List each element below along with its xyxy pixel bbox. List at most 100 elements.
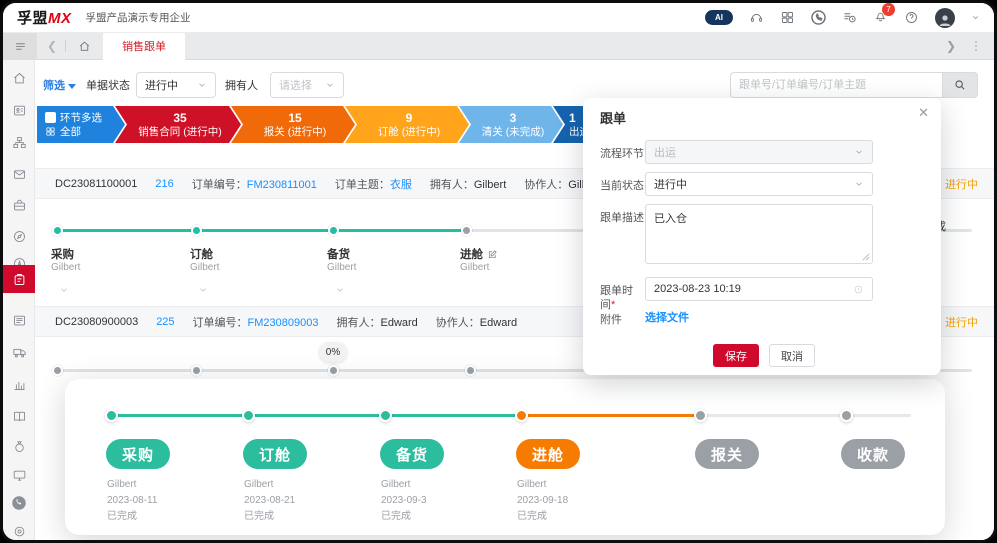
time-input[interactable]: 2023-08-23 10:19 bbox=[645, 277, 873, 301]
sidebar-item-orders-active[interactable] bbox=[3, 265, 35, 293]
avatar[interactable] bbox=[935, 8, 955, 28]
tab-bar: ❮ 销售跟单 ❯ ⋮ bbox=[3, 33, 994, 60]
popup-dot[interactable] bbox=[105, 409, 118, 422]
popup-dot[interactable] bbox=[242, 409, 255, 422]
sidebar-toggle-button[interactable] bbox=[3, 33, 37, 60]
phone-circle-icon[interactable] bbox=[811, 10, 826, 25]
multi-select-checkbox[interactable] bbox=[45, 112, 56, 123]
owner-filter-select[interactable]: 请选择 bbox=[270, 72, 344, 98]
timeline-dot[interactable] bbox=[328, 365, 339, 376]
order-no-link[interactable]: FM230811001 bbox=[247, 179, 317, 191]
sidebar-item-ledger[interactable] bbox=[3, 404, 35, 428]
follow-count-link[interactable]: 225 bbox=[156, 316, 174, 328]
expand-chevron-icon[interactable] bbox=[335, 285, 345, 295]
popup-dot[interactable] bbox=[694, 409, 707, 422]
search-input[interactable] bbox=[730, 72, 942, 98]
popup-stage-pill[interactable]: 进舱 bbox=[516, 439, 580, 469]
doc-number: DC23080900003 bbox=[55, 316, 138, 328]
stage-field-label: 流程环节 bbox=[600, 145, 648, 161]
node-person: Gilbert bbox=[327, 262, 356, 273]
owner-pair: 拥有人：Edward bbox=[337, 314, 418, 330]
time-field-label-line2: 间* bbox=[600, 296, 648, 312]
sidebar-item-reports[interactable] bbox=[3, 372, 35, 396]
sidebar-item-monitor[interactable] bbox=[3, 463, 35, 487]
subject-link[interactable]: 衣服 bbox=[390, 179, 412, 191]
edit-icon[interactable] bbox=[487, 249, 498, 260]
save-button[interactable]: 保存 bbox=[713, 344, 759, 367]
ai-assistant-button[interactable]: AI bbox=[705, 10, 733, 25]
popup-node-detail: Gilbert2023-08-11已完成 bbox=[107, 477, 157, 525]
node-name: 订舱 bbox=[190, 246, 213, 262]
help-icon[interactable] bbox=[904, 10, 919, 25]
popup-stage-pill[interactable]: 报关 bbox=[695, 439, 759, 469]
order-no-pair: 订单编号：FM230809003 bbox=[193, 314, 319, 330]
notifications-button[interactable]: 7 bbox=[873, 8, 888, 28]
timeline-dot[interactable] bbox=[328, 225, 339, 236]
timeline-dot[interactable] bbox=[465, 365, 476, 376]
description-textarea[interactable]: 已入仓 bbox=[645, 204, 873, 264]
home-tab-icon[interactable] bbox=[78, 40, 91, 53]
app-header: 孚盟MX 孚盟产品演示专用企业 AI 7 bbox=[3, 3, 994, 33]
tab-sales-tracking[interactable]: 销售跟单 bbox=[103, 33, 185, 60]
sidebar-item-finance[interactable] bbox=[3, 434, 35, 458]
sidebar-item-compass[interactable] bbox=[3, 224, 35, 248]
resize-handle[interactable] bbox=[862, 253, 870, 261]
sidebar-item-logistics[interactable] bbox=[3, 340, 35, 364]
popup-stage-pill[interactable]: 订舱 bbox=[243, 439, 307, 469]
filter-toggle[interactable]: 筛选 bbox=[43, 77, 76, 93]
stage-all[interactable]: 环节多选 全部 bbox=[37, 106, 125, 143]
chevron-down-icon[interactable] bbox=[971, 13, 980, 22]
stage-sales-contract[interactable]: 35销售合同 (进行中) bbox=[115, 106, 241, 143]
stage-clearance[interactable]: 3清关 (未完成) bbox=[459, 106, 563, 143]
stage-select[interactable]: 出运 bbox=[645, 140, 873, 164]
sidebar-item-briefcase[interactable] bbox=[3, 193, 35, 217]
grid-apps-icon[interactable] bbox=[780, 10, 795, 25]
expand-chevron-icon[interactable] bbox=[59, 285, 69, 295]
notification-badge: 7 bbox=[882, 3, 895, 16]
popup-dot[interactable] bbox=[840, 409, 853, 422]
popup-progress-current bbox=[521, 414, 701, 417]
description-field-label: 跟单描述 bbox=[600, 209, 648, 225]
timeline-dot[interactable] bbox=[52, 225, 63, 236]
sidebar-item-settings[interactable] bbox=[3, 519, 35, 543]
sidebar-item-whatsapp[interactable] bbox=[3, 491, 35, 515]
timeline-dot[interactable] bbox=[191, 225, 202, 236]
popup-progress-done bbox=[111, 414, 521, 417]
popup-stage-pill[interactable]: 采购 bbox=[106, 439, 170, 469]
popup-stage-pill[interactable]: 备货 bbox=[380, 439, 444, 469]
nav-back-icon[interactable]: ❮ bbox=[47, 39, 57, 53]
popup-dot[interactable] bbox=[515, 409, 528, 422]
list-clock-icon[interactable] bbox=[842, 10, 857, 25]
headset-icon[interactable] bbox=[749, 10, 764, 25]
sidebar-item-documents[interactable] bbox=[3, 308, 35, 332]
status-badge: 进行中 bbox=[945, 314, 978, 330]
search-button[interactable] bbox=[942, 72, 978, 98]
status-select[interactable]: 进行中 bbox=[645, 172, 873, 196]
stage-booking[interactable]: 9订舱 (进行中) bbox=[345, 106, 469, 143]
timeline-dot[interactable] bbox=[52, 365, 63, 376]
expand-chevron-icon[interactable] bbox=[198, 285, 208, 295]
sidebar-item-home[interactable] bbox=[3, 66, 35, 90]
popup-dot[interactable] bbox=[379, 409, 392, 422]
tab-menu-icon[interactable]: ⋮ bbox=[970, 39, 982, 53]
node-person: Gilbert bbox=[460, 262, 489, 273]
follow-up-modal: 跟单 ✕ 流程环节 出运 当前状态 进行中 跟单描述 已入仓 跟单时 间* 20… bbox=[583, 98, 941, 375]
status-filter-select[interactable]: 进行中 bbox=[136, 72, 216, 98]
cancel-button[interactable]: 取消 bbox=[769, 344, 815, 367]
tab-bar-controls: ❯ ⋮ bbox=[946, 39, 994, 53]
stage-customs[interactable]: 15报关 (进行中) bbox=[231, 106, 355, 143]
tab-scroll-right-icon[interactable]: ❯ bbox=[946, 39, 956, 53]
timeline-progress bbox=[57, 229, 467, 232]
sidebar-item-org[interactable] bbox=[3, 130, 35, 154]
timeline-dot[interactable] bbox=[461, 225, 472, 236]
order-no-link[interactable]: FM230809003 bbox=[248, 317, 319, 329]
timeline-dot[interactable] bbox=[191, 365, 202, 376]
popup-node-detail: Gilbert2023-09-3已完成 bbox=[381, 477, 427, 525]
company-name: 孚盟产品演示专用企业 bbox=[86, 10, 191, 25]
close-icon[interactable]: ✕ bbox=[918, 105, 929, 121]
choose-file-link[interactable]: 选择文件 bbox=[645, 309, 689, 325]
popup-stage-pill[interactable]: 收款 bbox=[841, 439, 905, 469]
sidebar-item-mail[interactable] bbox=[3, 162, 35, 186]
follow-count-link[interactable]: 216 bbox=[155, 178, 173, 190]
sidebar-item-contacts[interactable] bbox=[3, 98, 35, 122]
